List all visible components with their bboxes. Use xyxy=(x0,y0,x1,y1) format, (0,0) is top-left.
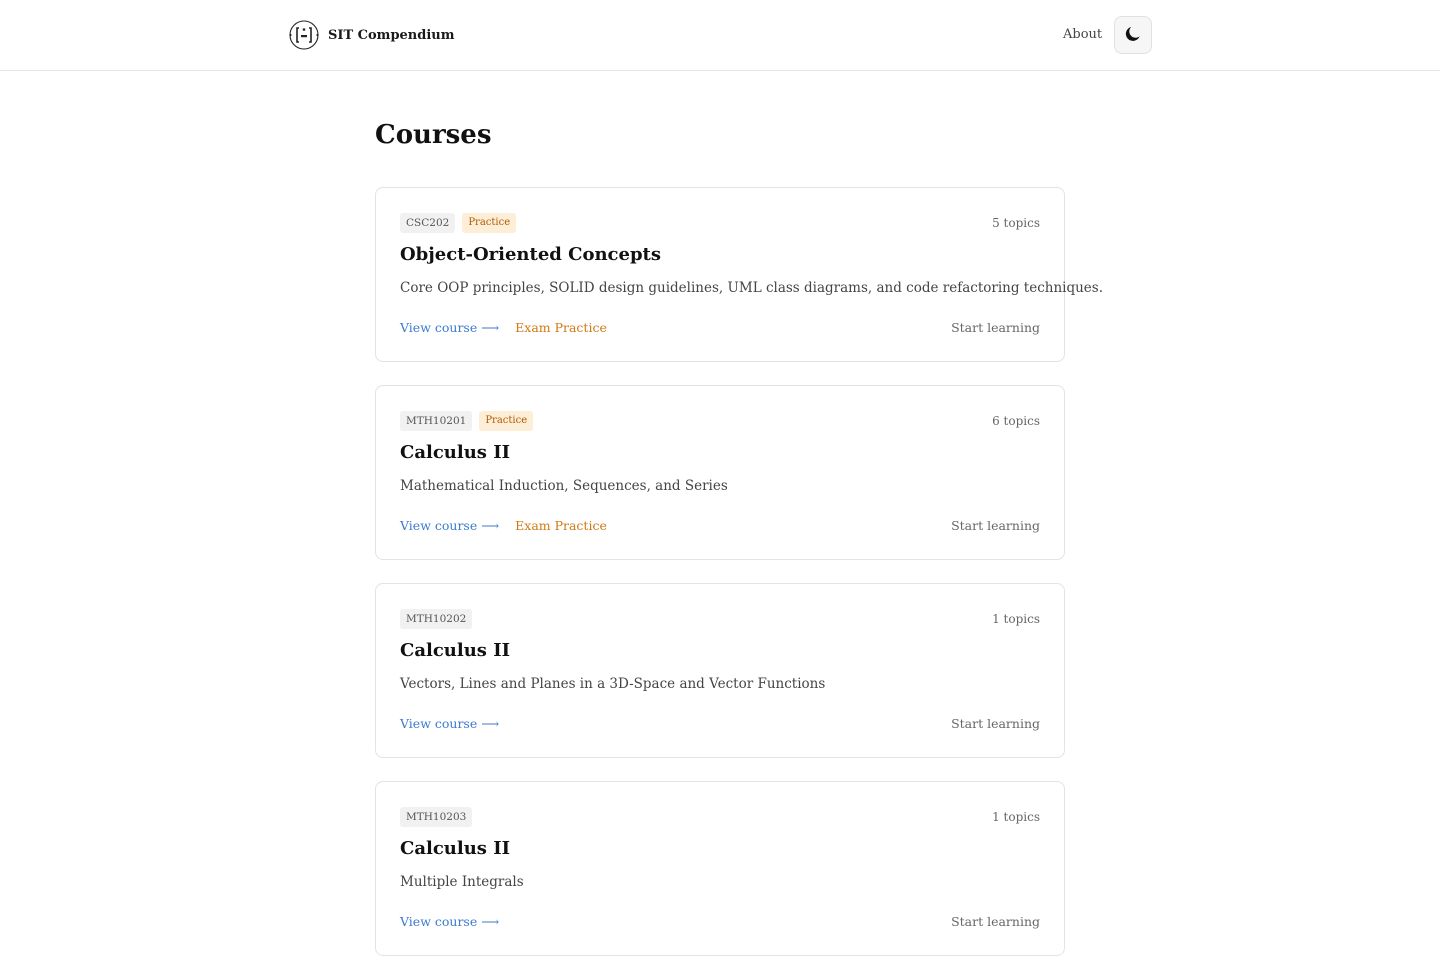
course-title: Object-Oriented Concepts xyxy=(400,244,661,265)
exam-practice-link[interactable]: Exam Practice xyxy=(515,518,607,533)
view-course-link[interactable]: View course ⟶ xyxy=(400,518,499,533)
course-title: Calculus II xyxy=(400,838,511,859)
view-course-link[interactable]: View course ⟶ xyxy=(400,914,499,929)
view-course-link[interactable]: View course ⟶ xyxy=(400,716,499,731)
topics-count: 5 topics xyxy=(992,216,1040,230)
moon-icon xyxy=(1123,24,1143,47)
course-card: MTH10201 Practice 6 topics Calculus II M… xyxy=(375,385,1065,560)
theme-toggle-button[interactable] xyxy=(1114,16,1152,54)
course-code-badge: MTH10202 xyxy=(400,609,473,629)
exam-practice-link[interactable]: Exam Practice xyxy=(515,320,607,335)
view-course-link[interactable]: View course ⟶ xyxy=(400,320,499,335)
course-description: Core OOP principles, SOLID design guidel… xyxy=(400,280,1104,296)
course-description: Vectors, Lines and Planes in a 3D-Space … xyxy=(400,676,826,692)
topics-count: 1 topics xyxy=(992,612,1040,626)
course-title: Calculus II xyxy=(400,640,511,661)
course-card: CSC202 Practice 5 topics Object-Oriented… xyxy=(375,187,1103,362)
site-header: SIT Compendium About xyxy=(0,0,1440,71)
start-learning-link[interactable]: Start learning xyxy=(951,716,1040,731)
course-badges: MTH10203 xyxy=(400,807,473,827)
practice-badge: Practice xyxy=(462,213,517,233)
nav-about-link[interactable]: About xyxy=(1063,27,1102,42)
course-badges: CSC202 Practice xyxy=(400,213,517,233)
course-links: View course ⟶ Exam Practice xyxy=(400,320,607,335)
course-code-badge: MTH10201 xyxy=(400,411,473,431)
course-title: Calculus II xyxy=(400,442,511,463)
course-code-badge: MTH10203 xyxy=(400,807,473,827)
brand-name: SIT Compendium xyxy=(328,27,455,43)
topics-count: 6 topics xyxy=(992,414,1040,428)
page-title: Courses xyxy=(375,120,492,150)
course-links: View course ⟶ Exam Practice xyxy=(400,518,607,533)
start-learning-link[interactable]: Start learning xyxy=(951,320,1040,335)
course-links: View course ⟶ xyxy=(400,914,499,929)
course-badges: MTH10201 Practice xyxy=(400,411,534,431)
topics-count: 1 topics xyxy=(992,810,1040,824)
course-code-badge: CSC202 xyxy=(400,213,456,233)
course-badges: MTH10202 xyxy=(400,609,473,629)
course-description: Multiple Integrals xyxy=(400,874,524,890)
bracket-logo-icon xyxy=(288,19,320,51)
course-description: Mathematical Induction, Sequences, and S… xyxy=(400,478,728,494)
start-learning-link[interactable]: Start learning xyxy=(951,914,1040,929)
brand-link[interactable]: SIT Compendium xyxy=(288,19,455,51)
course-card: MTH10202 1 topics Calculus II Vectors, L… xyxy=(375,583,1065,758)
start-learning-link[interactable]: Start learning xyxy=(951,518,1040,533)
practice-badge: Practice xyxy=(479,411,534,431)
course-links: View course ⟶ xyxy=(400,716,499,731)
course-card: MTH10203 1 topics Calculus II Multiple I… xyxy=(375,781,1065,956)
course-list: CSC202 Practice 5 topics Object-Oriented… xyxy=(375,187,1103,979)
